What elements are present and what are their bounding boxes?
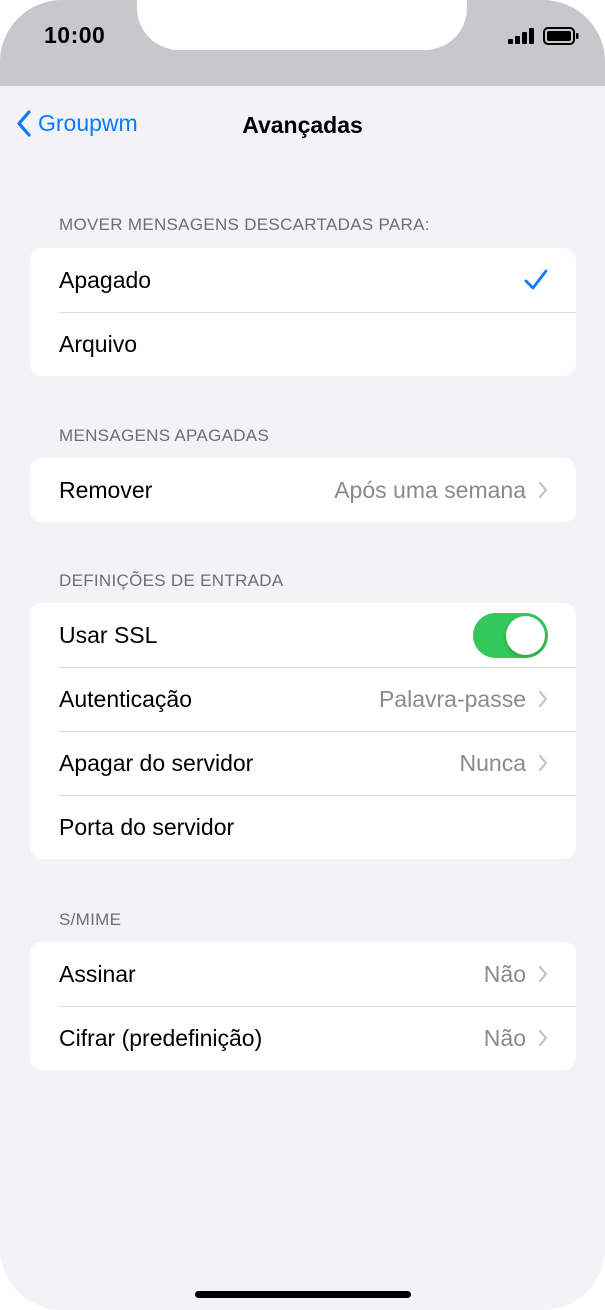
chevron-right-icon	[538, 754, 548, 772]
battery-icon	[543, 27, 579, 45]
remove-row[interactable]: Remover Após uma semana	[30, 458, 576, 522]
sign-row[interactable]: Assinar Não	[30, 942, 576, 1006]
smime-group: Assinar Não Cifrar (predefinição) Não	[30, 942, 576, 1070]
move-discarded-group: Apagado Arquivo	[30, 248, 576, 376]
section-header-deleted-messages: MENSAGENS APAGADAS	[59, 426, 270, 445]
row-value: Palavra-passe	[378, 685, 526, 712]
option-row-apagado[interactable]: Apagado	[30, 248, 576, 312]
navigation-bar: Groupwm Avançadas	[0, 86, 605, 166]
row-label: Autenticação	[59, 685, 192, 712]
status-bar: 10:00	[0, 0, 605, 86]
row-value: Nunca	[459, 749, 526, 776]
use-ssl-toggle[interactable]	[473, 612, 548, 658]
row-label: Remover	[59, 476, 153, 503]
status-time: 10:00	[44, 22, 106, 48]
row-label: Cifrar (predefinição)	[59, 1024, 263, 1051]
section-header-smime: S/MIME	[59, 910, 122, 929]
row-label: Porta do servidor	[59, 813, 235, 840]
option-label: Arquivo	[59, 330, 137, 357]
authentication-row[interactable]: Autenticação Palavra-passe	[30, 667, 576, 731]
checkmark-icon	[524, 269, 548, 290]
deleted-messages-group: Remover Após uma semana	[30, 458, 576, 522]
server-port-row[interactable]: Porta do servidor	[30, 795, 576, 859]
signal-icon	[508, 28, 534, 44]
home-indicator[interactable]	[195, 1291, 411, 1298]
section-header-move-discarded: MOVER MENSAGENS DESCARTADAS PARA:	[59, 215, 430, 234]
option-label: Apagado	[59, 266, 152, 293]
row-value: Não	[483, 1024, 526, 1051]
row-label: Apagar do servidor	[59, 749, 254, 776]
page-title: Avançadas	[242, 112, 363, 138]
status-icons	[508, 27, 579, 45]
row-label: Usar SSL	[59, 621, 158, 648]
row-value: Não	[483, 960, 526, 987]
incoming-settings-group: Usar SSL Autenticação Palavra-passe Apag…	[30, 603, 576, 859]
encrypt-default-row[interactable]: Cifrar (predefinição) Não	[30, 1006, 576, 1070]
section-header-incoming-settings: DEFINIÇÕES DE ENTRADA	[59, 571, 284, 590]
phone-screen: 10:00 Groupwm Avançadas MOVER MENSAGENS …	[0, 0, 605, 1310]
chevron-right-icon	[538, 1029, 548, 1047]
notch	[137, 0, 467, 50]
option-row-arquivo[interactable]: Arquivo	[30, 312, 576, 376]
row-label: Assinar	[59, 960, 136, 987]
chevron-right-icon	[538, 965, 548, 983]
toggle-knob	[506, 615, 545, 655]
row-value: Após uma semana	[334, 476, 526, 503]
chevron-right-icon	[538, 690, 548, 708]
use-ssl-row: Usar SSL	[30, 603, 576, 667]
delete-from-server-row[interactable]: Apagar do servidor Nunca	[30, 731, 576, 795]
chevron-right-icon	[538, 481, 548, 499]
